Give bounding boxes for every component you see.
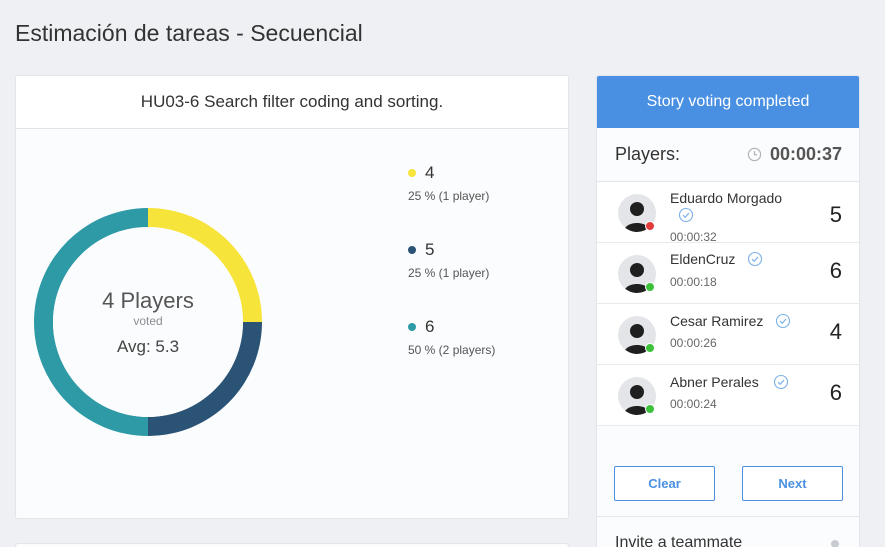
voted-check-icon — [747, 251, 763, 267]
player-vote: 6 — [829, 380, 842, 405]
divider — [597, 516, 859, 517]
player-name: Eduardo Morgado — [670, 190, 783, 206]
story-title: HU03-6 Search filter coding and sorting. — [16, 76, 568, 129]
timer-value: 00:00:37 — [769, 144, 842, 164]
chevron-down-icon[interactable] — [831, 540, 839, 547]
page-title: Estimación de tareas - Secuencial — [15, 20, 363, 46]
voted-check-icon — [775, 313, 791, 329]
player-vote-time: 00:00:24 — [670, 397, 717, 411]
legend-value: 5 — [425, 240, 435, 259]
player-name: Abner Perales — [670, 374, 759, 390]
player-row: Eduardo Morgado 00:00:32 5 — [597, 182, 859, 244]
player-row: Abner Perales 00:00:24 6 — [597, 365, 859, 426]
next-button[interactable]: Next — [742, 466, 843, 501]
legend-dot — [408, 169, 416, 177]
clear-button[interactable]: Clear — [614, 466, 715, 501]
chart-summary: 4 Players voted Avg: 5.3 — [33, 207, 263, 437]
legend-item-6: 6 50 % (2 players) — [408, 317, 495, 357]
status-dot — [645, 282, 655, 292]
legend-value: 4 — [425, 163, 435, 182]
player-vote-time: 00:00:32 — [670, 230, 717, 244]
legend-detail: 50 % (2 players) — [408, 343, 496, 357]
player-row: Cesar Ramirez 00:00:26 4 — [597, 304, 859, 365]
legend-dot — [408, 246, 416, 254]
voting-panel: Story voting completed Players: 00:00:37… — [596, 75, 860, 547]
voting-status-banner: Story voting completed — [597, 76, 859, 128]
voted-check-icon — [678, 207, 694, 223]
status-dot — [645, 343, 655, 353]
player-name: EldenCruz — [670, 251, 736, 267]
player-name: Cesar Ramirez — [670, 313, 764, 329]
legend-value: 6 — [425, 317, 435, 336]
invite-teammate-link[interactable]: Invite a teammate — [615, 534, 742, 547]
legend-detail: 25 % (1 player) — [408, 266, 490, 280]
player-row: EldenCruz 00:00:18 6 — [597, 243, 859, 304]
player-vote: 4 — [829, 319, 842, 344]
legend-item-5: 5 25 % (1 player) — [408, 240, 489, 280]
legend-dot — [408, 323, 416, 331]
voted-check-icon — [773, 374, 789, 390]
secondary-card — [15, 543, 569, 547]
legend-item-4: 4 25 % (1 player) — [408, 163, 489, 203]
players-header: Players: 00:00:37 — [597, 128, 859, 182]
players-count: 4 Players — [102, 287, 194, 313]
legend-detail: 25 % (1 player) — [408, 189, 490, 203]
player-vote-time: 00:00:26 — [670, 336, 717, 350]
status-dot — [645, 404, 655, 414]
voted-label: voted — [133, 313, 163, 328]
average-vote: Avg: 5.3 — [116, 336, 180, 356]
player-vote: 6 — [829, 258, 842, 283]
timer: 00:00:37 — [747, 144, 842, 165]
player-vote: 5 — [829, 202, 842, 227]
story-card: HU03-6 Search filter coding and sorting.… — [15, 75, 569, 519]
clock-icon — [747, 147, 762, 162]
player-vote-time: 00:00:18 — [670, 275, 717, 289]
players-label: Players: — [615, 144, 681, 164]
status-dot — [645, 221, 655, 231]
